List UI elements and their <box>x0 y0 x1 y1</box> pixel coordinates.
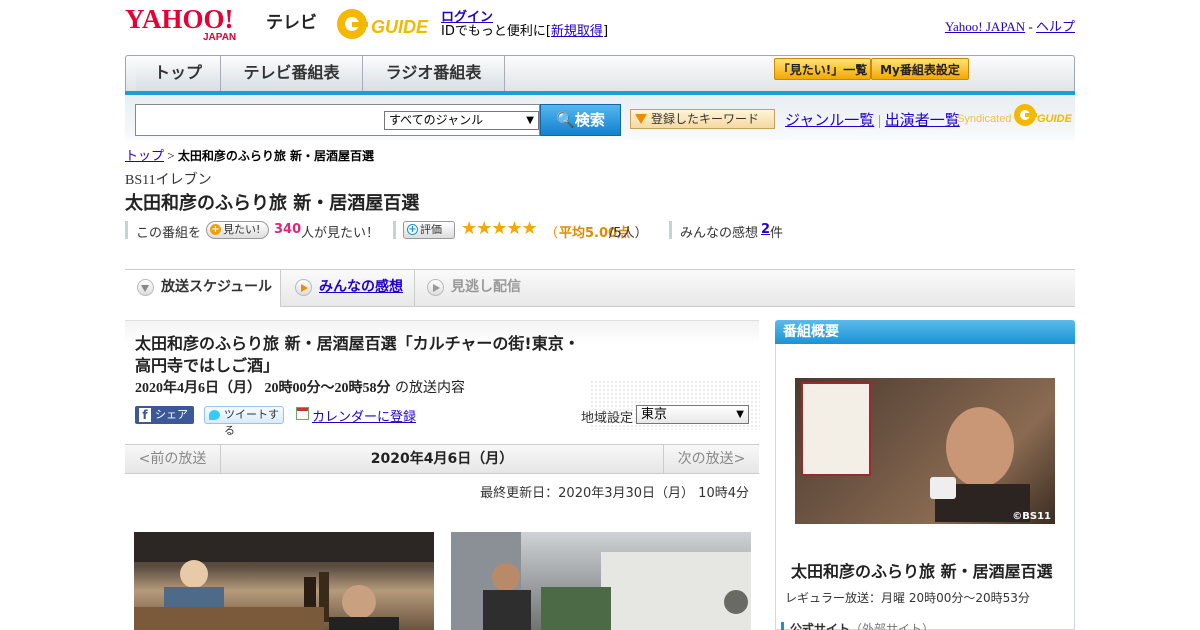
svg-text:YAHOO!: YAHOO! <box>125 6 234 34</box>
yahoo-japan-link[interactable]: Yahoo! JAPAN <box>945 19 1025 34</box>
previous-broadcast-link[interactable]: <前の放送 <box>125 445 220 473</box>
tv-logo-text[interactable]: テレビ <box>266 8 317 33</box>
chevron-down-icon <box>137 279 154 296</box>
episode-title: 太田和彦のふらり旅 新・居酒屋百選「カルチャーの街!東京・高円寺ではしご酒」 <box>135 334 580 375</box>
impressions-label: みんなの感想 <box>680 226 759 241</box>
want-count: 340 <box>274 222 302 237</box>
sidebar-program-title: 太田和彦のふらり旅 新・居酒屋百選 <box>791 562 1053 581</box>
calendar-icon <box>296 407 309 420</box>
program-key-visual: ©BS11 <box>795 378 1055 524</box>
broadcast-pager: <前の放送 2020年4月6日（月） 次の放送> <box>125 444 759 474</box>
global-nav: トップ テレビ番組表 ラジオ番組表 「見たい!」一覧 My番組表設定 <box>125 55 1075 93</box>
add-to-calendar-link[interactable]: カレンダーに登録 <box>296 406 416 425</box>
performer-list-link[interactable]: 出演者一覧 <box>885 113 960 129</box>
program-title: 太田和彦のふらり旅 新・居酒屋百選 <box>125 193 420 214</box>
want-button[interactable]: + 見たい! <box>206 221 269 239</box>
search-icon: 🔍 <box>556 111 575 129</box>
play-arrow-icon <box>427 279 444 296</box>
channel-name: BS11イレブン <box>125 173 212 188</box>
divider <box>393 221 396 239</box>
top-right-links: Yahoo! JAPAN - ヘルプ <box>944 19 1075 34</box>
chevron-down-icon: ▼ <box>736 409 744 420</box>
svg-text:JAPAN: JAPAN <box>203 32 236 42</box>
tab-impressions[interactable]: みんなの感想 <box>283 270 415 306</box>
chevron-down-icon: ▼ <box>526 115 534 126</box>
svg-text:GUIDE: GUIDE <box>371 17 429 37</box>
nav-tab-tv-schedule[interactable]: テレビ番組表 <box>221 56 363 92</box>
official-site-heading: 公式サイト（外部サイト） <box>781 622 934 630</box>
divider <box>125 221 128 239</box>
login-subtext: IDでもっと便利に[新規取得] <box>441 24 609 39</box>
rating-stars: ★★★★★ <box>461 218 538 239</box>
twitter-bird-icon <box>209 410 220 420</box>
play-arrow-icon <box>295 279 312 296</box>
registered-keyword-button[interactable]: 登録したキーワード <box>630 109 775 129</box>
rating-people: /5人） <box>609 226 648 241</box>
facebook-icon: f <box>139 408 151 422</box>
episode-airtime: 2020年4月6日（月） 20時00分～20時58分 の放送内容 <box>135 380 465 396</box>
nav-tab-radio-schedule[interactable]: ラジオ番組表 <box>363 56 505 92</box>
breadcrumb-current: 太田和彦のふらり旅 新・居酒屋百選 <box>177 149 375 163</box>
program-stats-row: この番組を + 見たい! 340 人が見たい！ + 評価 ★★★★★ （ 平均5.0… <box>125 218 825 241</box>
syndicated-gguide-logo: Syndicated GUIDE <box>957 104 1073 126</box>
breadcrumb: トップ > 太田和彦のふらり旅 新・居酒屋百選 <box>125 148 375 163</box>
divider <box>669 221 672 239</box>
plus-icon: + <box>210 224 221 235</box>
region-select[interactable]: 東京 ▼ <box>636 405 749 424</box>
rate-button[interactable]: + 評価 <box>403 221 455 239</box>
plus-icon: + <box>407 224 418 235</box>
search-button[interactable]: 🔍検索 <box>540 104 621 136</box>
facebook-share-button[interactable]: f シェア <box>135 406 194 424</box>
yahoo-japan-logo[interactable]: YAHOO! JAPAN <box>125 6 265 42</box>
tab-missed-streaming: 見逃し配信 <box>415 270 535 306</box>
impressions-count-link[interactable]: 2 <box>761 222 770 237</box>
breadcrumb-top-link[interactable]: トップ <box>125 148 164 163</box>
genre-list-link[interactable]: ジャンル一覧 <box>785 113 874 129</box>
next-broadcast-link[interactable]: 次の放送> <box>664 445 759 473</box>
pager-current-date: 2020年4月6日（月） <box>220 445 664 473</box>
gguide-logo[interactable]: GUIDE <box>335 6 435 42</box>
program-overview-heading: 番組概要 <box>775 320 1075 344</box>
want-list-button[interactable]: 「見たい!」一覧 <box>774 58 871 80</box>
svg-text:GUIDE: GUIDE <box>1037 113 1073 125</box>
region-label: 地域設定 <box>581 411 634 426</box>
episode-photo-street <box>451 532 751 630</box>
triangle-down-icon <box>635 114 647 124</box>
search-side-links: ジャンル一覧 | 出演者一覧 <box>785 113 960 129</box>
want-suffix: 人が見たい！ <box>301 226 380 241</box>
nav-tab-top[interactable]: トップ <box>136 56 221 92</box>
regular-broadcast-info: レギュラー放送：月曜 20時00分～20時53分 <box>785 591 1030 605</box>
episode-photo-izakaya <box>134 532 434 630</box>
my-schedule-button[interactable]: My番組表設定 <box>871 58 969 80</box>
signup-link[interactable]: 新規取得 <box>551 24 603 39</box>
program-tabs: 放送スケジュール みんなの感想 見逃し配信 <box>125 269 1075 307</box>
tab-schedule[interactable]: 放送スケジュール <box>125 270 281 307</box>
image-copyright: ©BS11 <box>1012 511 1051 522</box>
twitter-tweet-button[interactable]: ツイートする <box>204 406 284 437</box>
help-link[interactable]: ヘルプ <box>1036 19 1075 34</box>
genre-select[interactable]: すべてのジャンル ▼ <box>384 111 539 130</box>
program-sign-image <box>801 382 871 476</box>
last-updated: 最終更新日：2020年3月30日（月） 10時4分 <box>480 486 749 501</box>
svg-text:Syndicated: Syndicated <box>957 113 1011 125</box>
